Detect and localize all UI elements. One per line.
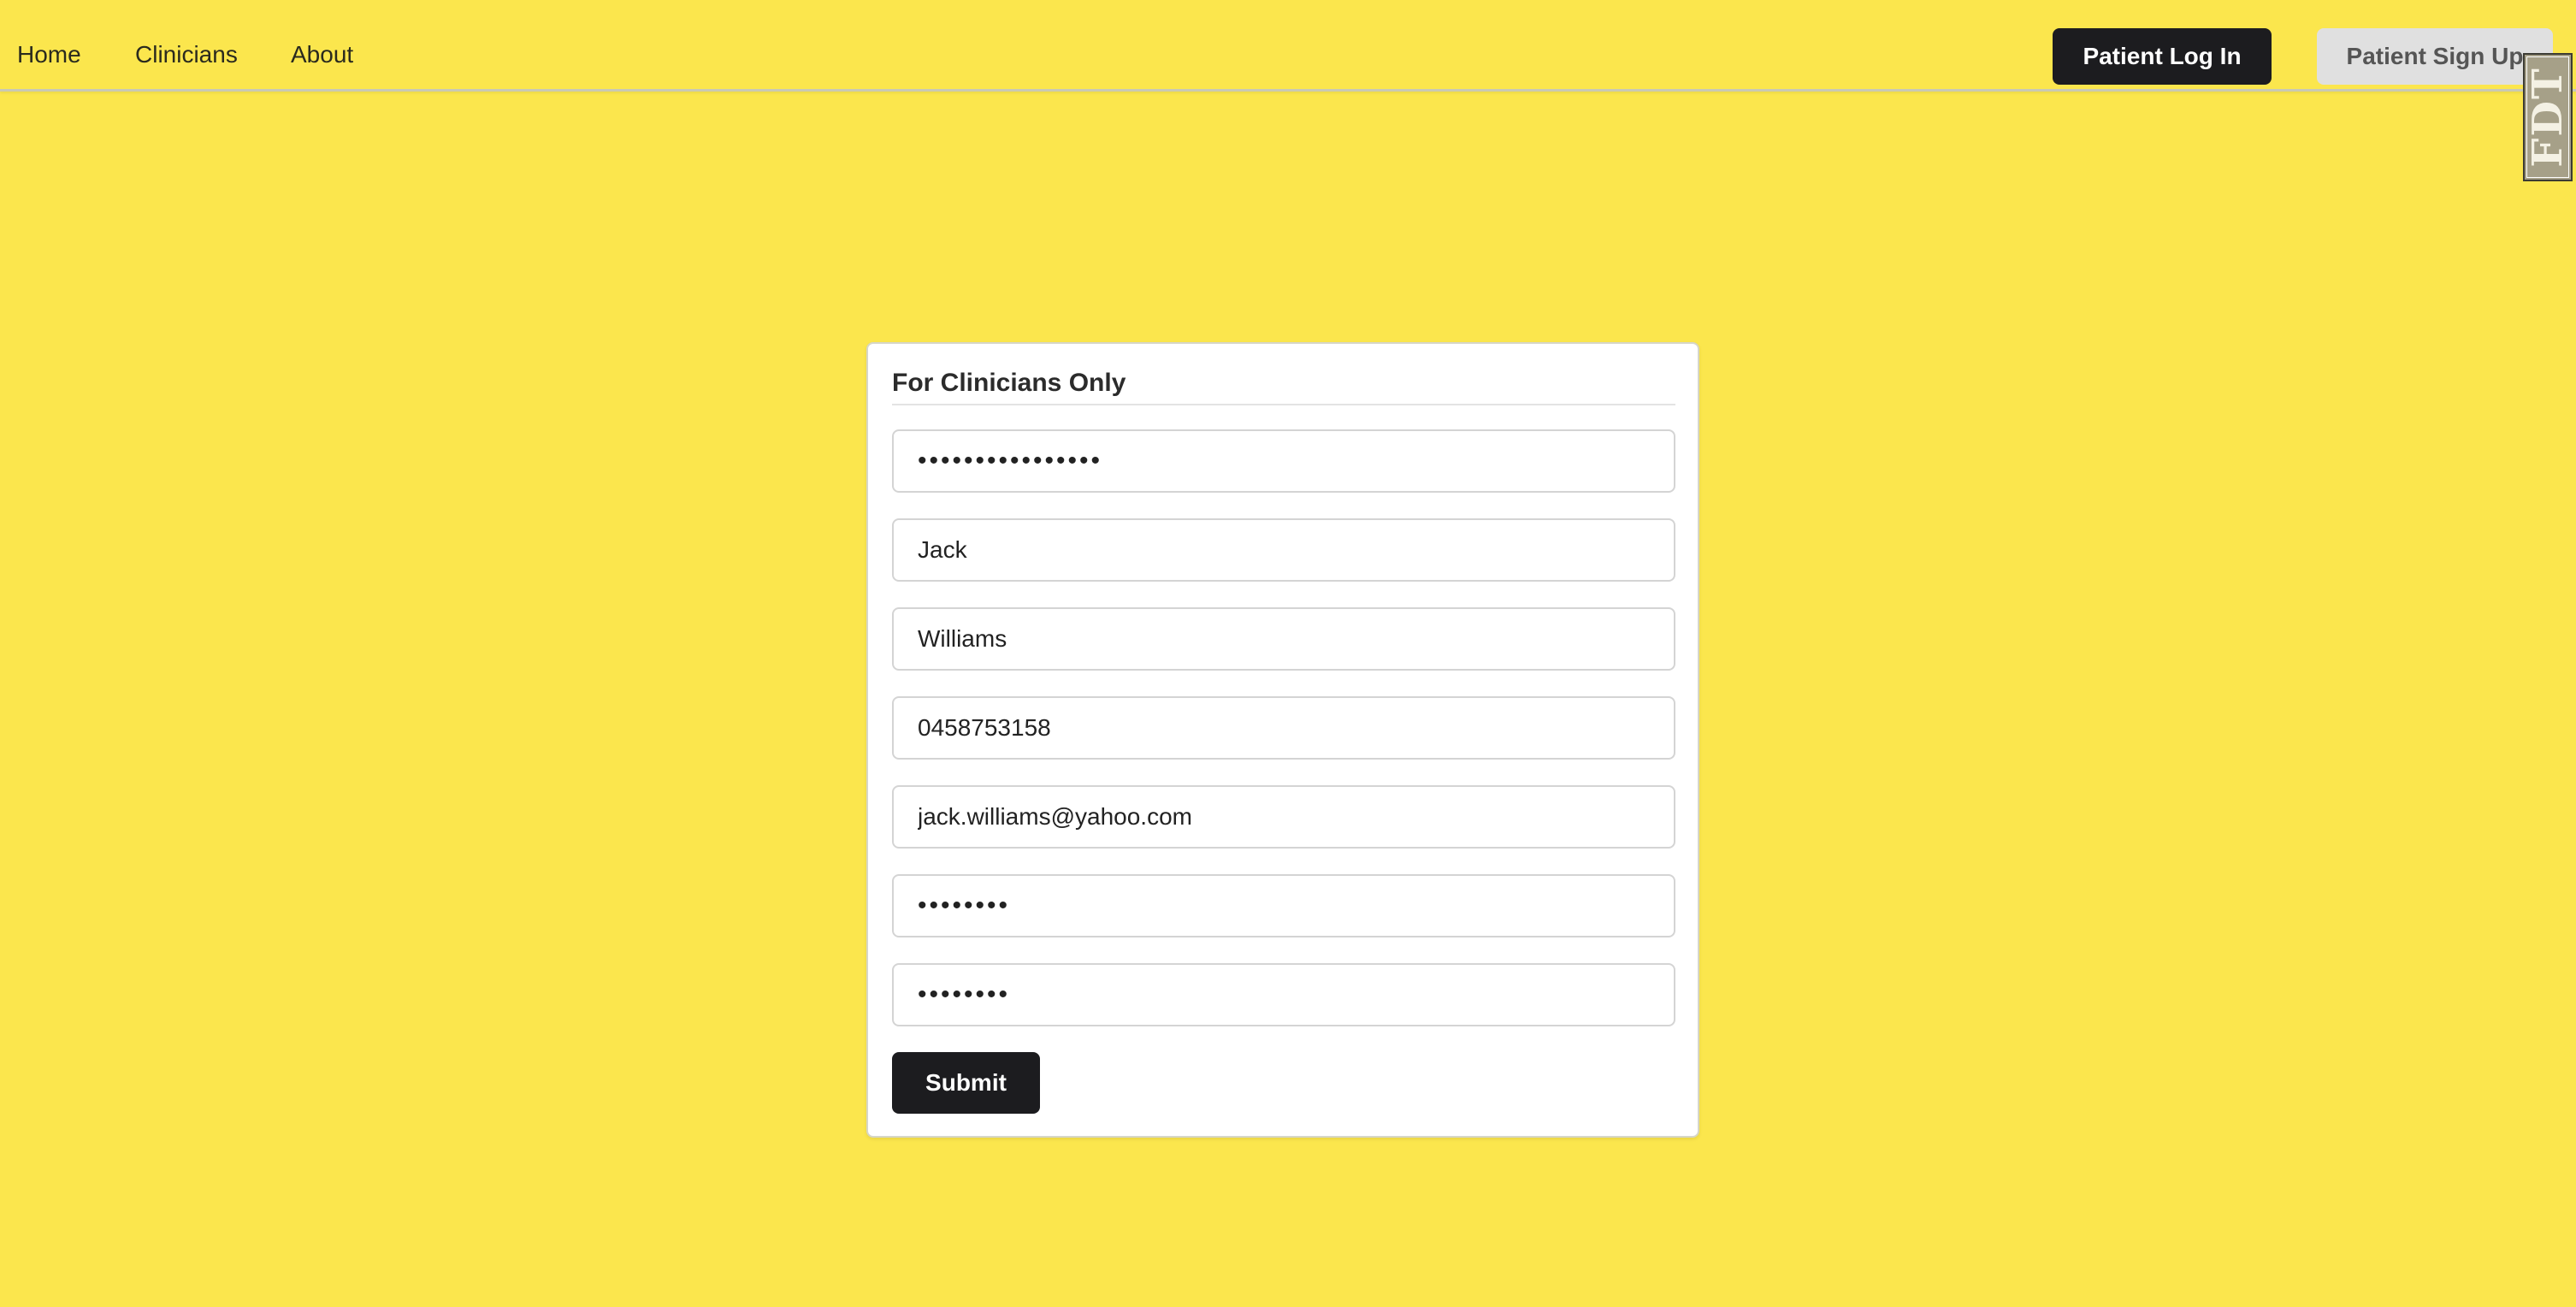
patient-signup-button[interactable]: Patient Sign Up [2317,28,2553,85]
confirm-password-field[interactable] [892,963,1675,1026]
side-badge[interactable]: FDT [2523,53,2573,181]
access-code-field[interactable] [892,429,1675,493]
patient-login-button[interactable]: Patient Log In [2053,28,2272,85]
nav-link-home[interactable]: Home [17,41,81,68]
side-badge-text: FDT [2524,67,2572,168]
phone-field[interactable] [892,696,1675,760]
last-name-field[interactable] [892,607,1675,671]
page: Home Clinicians About Patient Log In Pat… [0,0,2576,1307]
first-name-field[interactable] [892,518,1675,582]
email-field[interactable] [892,785,1675,849]
password-field[interactable] [892,874,1675,937]
top-navbar: Home Clinicians About Patient Log In Pat… [0,0,2576,92]
clinician-form-card: For Clinicians Only Submit [866,342,1699,1138]
nav-link-about[interactable]: About [291,41,353,68]
title-divider [892,404,1675,405]
submit-button[interactable]: Submit [892,1052,1040,1114]
form-title: For Clinicians Only [892,369,1126,397]
nav-link-clinicians[interactable]: Clinicians [135,41,238,68]
